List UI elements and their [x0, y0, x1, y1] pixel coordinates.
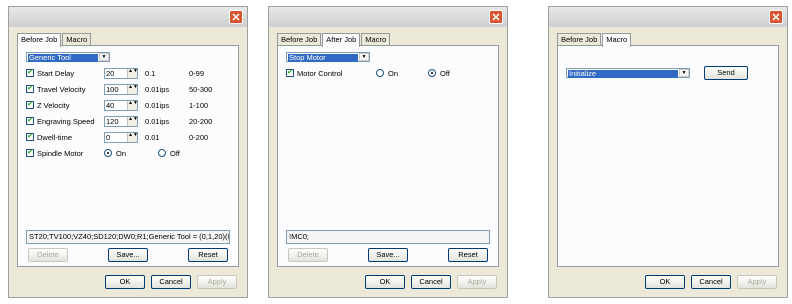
title-bar: ✕	[9, 7, 247, 27]
param-row: ✔ Z Velocity 40 ▲▼ 0.01ips 1-100	[26, 100, 236, 112]
radio-spindle-on[interactable]	[104, 149, 112, 157]
title-bar: ✕	[269, 7, 507, 27]
tab-before-job[interactable]: Before Job	[17, 33, 62, 47]
param-label: Travel Velocity	[37, 85, 86, 94]
spin-arrows-icon[interactable]: ▲▼	[127, 69, 138, 78]
radio-motor-on[interactable]	[376, 69, 384, 77]
radio-on-label: On	[388, 69, 399, 78]
tab-strip: Before Job Macro	[17, 33, 92, 47]
chevron-down-icon: ▼	[99, 53, 109, 61]
param-range: 1-100	[189, 101, 209, 110]
ok-button[interactable]: OK	[365, 275, 405, 289]
checkbox-spindle-motor[interactable]: ✔	[26, 149, 34, 157]
checkbox-engraving-speed[interactable]: ✔	[26, 117, 34, 125]
param-unit: 0.01	[145, 133, 160, 142]
tool-select-value: Generic Tool	[28, 54, 98, 62]
param-range: 0-200	[189, 133, 209, 142]
param-range: 0-99	[189, 69, 205, 78]
select-value: Initialize	[568, 70, 678, 78]
apply-button[interactable]: Apply	[737, 275, 777, 289]
param-row: ✔ Engraving Speed 120 ▲▼ 0.01ips 20-200	[26, 116, 236, 128]
radio-off-label: Off	[440, 69, 450, 78]
spin-arrows-icon[interactable]: ▲▼	[127, 85, 138, 94]
param-unit: 0.1	[145, 69, 156, 78]
start-delay-spinner[interactable]: 20 ▲▼	[104, 68, 138, 79]
dialog-macro: ✕ Before Job Macro Initialize ▼ Send OK …	[548, 6, 788, 298]
cancel-button[interactable]: Cancel	[411, 275, 451, 289]
param-label: Start Delay	[37, 69, 75, 78]
spin-arrows-icon[interactable]: ▲▼	[127, 133, 138, 142]
macro-select[interactable]: Initialize ▼	[566, 68, 690, 78]
spin-arrows-icon[interactable]: ▲▼	[127, 117, 138, 126]
checkbox-motor-control[interactable]: ✔	[286, 69, 294, 77]
param-row: ✔ Dwell-time 0 ▲▼ 0.01 0-200	[26, 132, 236, 144]
radio-motor-off[interactable]	[428, 69, 436, 77]
save-button[interactable]: Save...	[108, 248, 148, 262]
spindle-label: Spindle Motor	[37, 149, 84, 158]
reset-button[interactable]: Reset	[188, 248, 228, 262]
dialog-after-job: ✕ Before Job After Job Macro Stop Motor …	[268, 6, 508, 298]
close-button[interactable]: ✕	[769, 10, 783, 24]
tab-panel: Initialize ▼ Send	[557, 45, 779, 267]
param-label: Engraving Speed	[37, 117, 95, 126]
checkbox-z-velocity[interactable]: ✔	[26, 101, 34, 109]
tab-after-job[interactable]: After Job	[322, 33, 361, 47]
spinner-value: 100	[106, 85, 119, 94]
dwell-time-spinner[interactable]: 0 ▲▼	[104, 132, 138, 143]
radio-on-label: On	[116, 149, 127, 158]
command-string-field[interactable]: ST20;TV100;VZ40;SD120;DW0;R1;Generic Too…	[26, 230, 230, 244]
save-button[interactable]: Save...	[368, 248, 408, 262]
apply-button[interactable]: Apply	[457, 275, 497, 289]
param-range: 20-200	[189, 117, 213, 126]
radio-off-label: Off	[170, 149, 180, 158]
param-unit: 0.01ips	[145, 117, 170, 126]
tab-macro[interactable]: Macro	[602, 33, 632, 47]
z-velocity-spinner[interactable]: 40 ▲▼	[104, 100, 138, 111]
apply-button[interactable]: Apply	[197, 275, 237, 289]
tab-panel: Stop Motor ▼ ✔ Motor Control On Off !MC0…	[277, 45, 499, 267]
tool-select[interactable]: Generic Tool ▼	[26, 52, 110, 62]
cancel-button[interactable]: Cancel	[151, 275, 191, 289]
reset-button[interactable]: Reset	[448, 248, 488, 262]
delete-button[interactable]: Delete	[28, 248, 68, 262]
title-bar: ✕	[549, 7, 787, 27]
engraving-speed-spinner[interactable]: 120 ▲▼	[104, 116, 138, 127]
travel-velocity-spinner[interactable]: 100 ▲▼	[104, 84, 138, 95]
ok-button[interactable]: OK	[645, 275, 685, 289]
chevron-down-icon: ▼	[679, 69, 689, 77]
spindle-row: ✔ Spindle Motor On Off	[26, 148, 236, 160]
tab-strip: Before Job Macro	[557, 33, 632, 47]
spinner-value: 20	[106, 69, 115, 78]
param-label: Z Velocity	[37, 101, 70, 110]
spin-arrows-icon[interactable]: ▲▼	[127, 101, 138, 110]
tab-strip: Before Job After Job Macro	[277, 33, 391, 47]
chevron-down-icon: ▼	[359, 53, 369, 61]
checkbox-travel-velocity[interactable]: ✔	[26, 85, 34, 93]
radio-spindle-off[interactable]	[158, 149, 166, 157]
param-unit: 0.01ips	[145, 85, 170, 94]
spinner-value: 40	[106, 101, 115, 110]
param-row: ✔ Travel Velocity 100 ▲▼ 0.01ips 50-300	[26, 84, 236, 96]
param-range: 50-300	[189, 85, 213, 94]
param-row: ✔ Start Delay 20 ▲▼ 0.1 0-99	[26, 68, 236, 80]
cancel-button[interactable]: Cancel	[691, 275, 731, 289]
motor-control-row: ✔ Motor Control On Off	[286, 68, 496, 80]
spinner-value: 120	[106, 117, 119, 126]
param-label: Dwell-time	[37, 133, 73, 142]
dialog-before-job: ✕ Before Job Macro Generic Tool ▼ ✔ Star…	[8, 6, 248, 298]
spinner-value: 0	[106, 133, 111, 142]
motor-control-label: Motor Control	[297, 69, 343, 78]
ok-button[interactable]: OK	[105, 275, 145, 289]
close-button[interactable]: ✕	[489, 10, 503, 24]
checkbox-dwell-time[interactable]: ✔	[26, 133, 34, 141]
param-unit: 0.01ips	[145, 101, 170, 110]
send-button[interactable]: Send	[704, 66, 748, 80]
command-string-field[interactable]: !MC0;	[286, 230, 490, 244]
checkbox-start-delay[interactable]: ✔	[26, 69, 34, 77]
close-button[interactable]: ✕	[229, 10, 243, 24]
tab-panel: Generic Tool ▼ ✔ Start Delay 20 ▲▼ 0.1 0…	[17, 45, 239, 267]
delete-button[interactable]: Delete	[288, 248, 328, 262]
after-job-select[interactable]: Stop Motor ▼	[286, 52, 370, 62]
select-value: Stop Motor	[288, 54, 358, 62]
